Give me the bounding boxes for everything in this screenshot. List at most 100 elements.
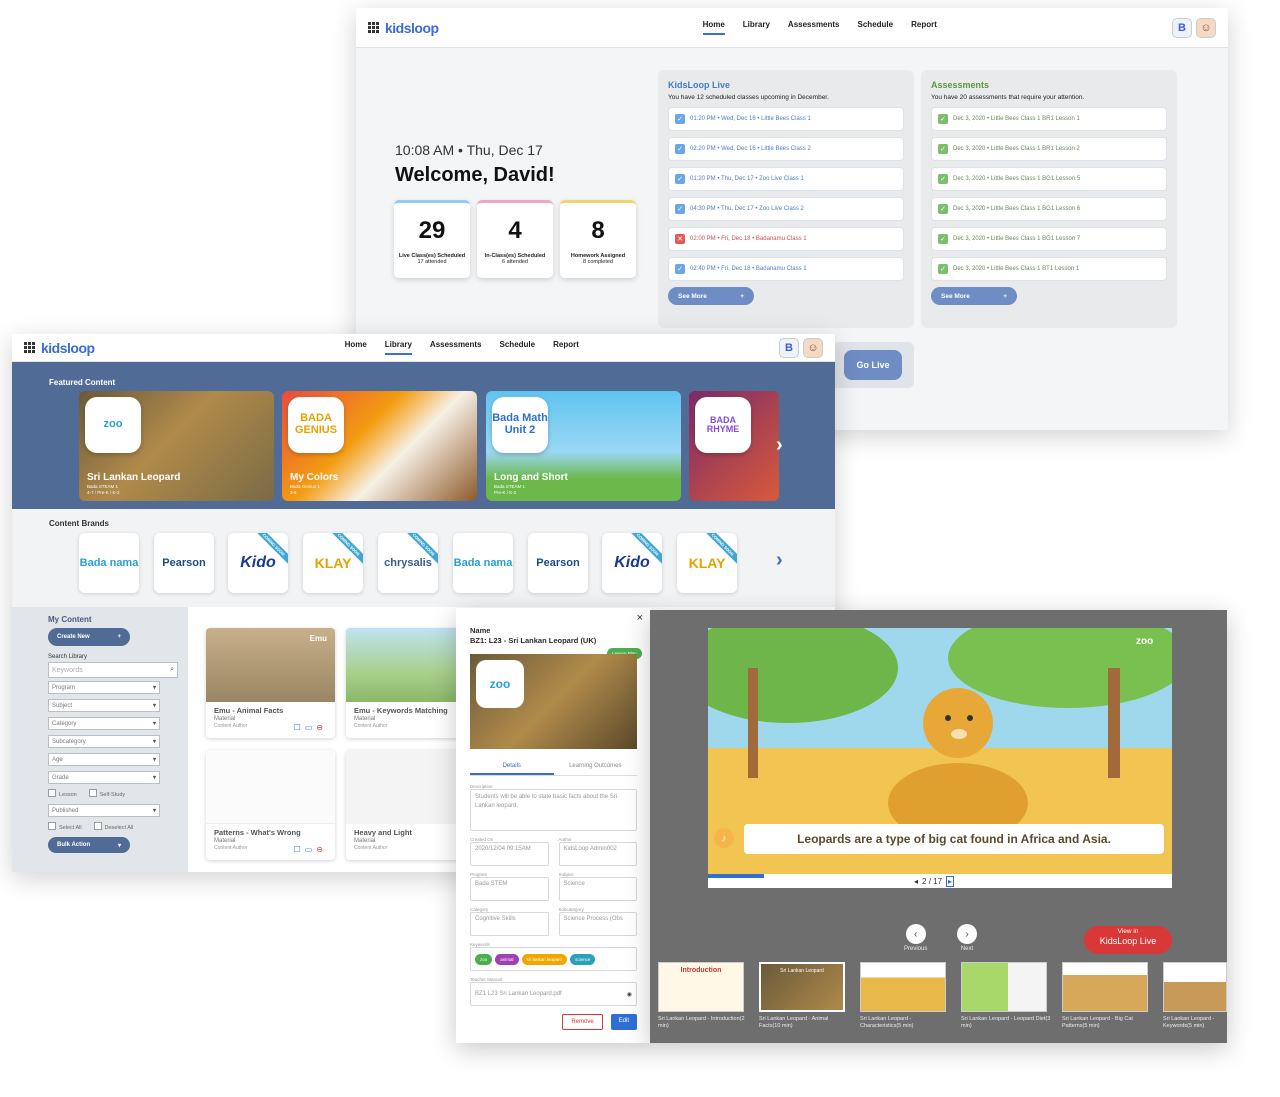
brand-card[interactable]: Pearson xyxy=(528,533,588,593)
user-avatar[interactable]: ☺ xyxy=(1196,17,1216,38)
age-select[interactable]: Age ▾ xyxy=(48,753,160,766)
search-icon[interactable]: ⌕ xyxy=(170,666,174,674)
select-all-checkbox[interactable]: Select All xyxy=(48,822,82,831)
nav-schedule[interactable]: Schedule xyxy=(500,340,536,355)
category-select[interactable]: Category ▾ xyxy=(48,717,160,730)
folder-icon[interactable]: ▭ xyxy=(305,845,317,854)
keyword-chip[interactable]: sri lankan leopard xyxy=(521,953,568,965)
live-class-row[interactable]: ✓ 02:20 PM • Wed, Dec 16 • Little Bees Cl… xyxy=(668,137,904,161)
nav-report[interactable]: Report xyxy=(911,20,937,35)
nav-assessments[interactable]: Assessments xyxy=(430,340,482,355)
assessment-row[interactable]: ✓ Dec 3, 2020 • Little Bees Class 1 BG1 L… xyxy=(931,197,1167,221)
apps-grid-icon[interactable] xyxy=(24,342,35,353)
keyword-chip[interactable]: zoo xyxy=(475,953,493,965)
self-study-checkbox[interactable]: Self-Study xyxy=(89,789,125,798)
brand-card[interactable]: KLAY COMING SOON xyxy=(303,533,363,593)
edit-button[interactable]: Edit xyxy=(610,1014,637,1031)
brand-card[interactable]: Kido COMING SOON xyxy=(602,533,662,593)
brand-card[interactable]: Bada nama xyxy=(453,533,513,593)
apps-grid-icon[interactable] xyxy=(368,22,379,33)
slide-thumbnail[interactable] xyxy=(1062,962,1148,1012)
assessments-see-more-button[interactable]: See More + xyxy=(931,287,1017,305)
nav-schedule[interactable]: Schedule xyxy=(858,20,894,35)
tab-learning-outcomes[interactable]: Learning Outcomes xyxy=(554,763,638,775)
create-new-button[interactable]: Create New + xyxy=(48,628,130,646)
go-live-button[interactable]: Go Live xyxy=(844,350,902,380)
org-avatar[interactable]: B xyxy=(779,337,799,358)
featured-card[interactable]: zoo Sri Lankan Leopard Bada STEAM 1 4-7 /… xyxy=(79,391,274,501)
live-class-row[interactable]: ✓ 01:20 PM • Wed, Dec 16 • Little Bees Cl… xyxy=(668,107,904,131)
featured-card[interactable]: BADA RHYME xyxy=(689,391,779,501)
featured-card[interactable]: BADA GENIUS My Colors Bada Genius 1 3-6 xyxy=(282,391,477,501)
live-class-row[interactable]: ✓ 01:20 PM • Thu, Dec 17 • Zoo Live Class… xyxy=(668,167,904,191)
deselect-all-checkbox[interactable]: Deselect All xyxy=(94,822,134,831)
slide-thumbnail-active[interactable]: Sri Lankan Leopard xyxy=(759,962,845,1012)
prev-page-icon[interactable]: ◂ xyxy=(914,877,918,886)
content-card[interactable]: Emu - Animal Facts Material Content Auth… xyxy=(206,628,335,738)
live-class-row[interactable]: ✓ 04:30 PM • Thu, Dec 17 • Zoo Live Class… xyxy=(668,197,904,221)
checkbox-icon[interactable]: ☐ xyxy=(294,723,305,732)
author-field[interactable]: KidsLoop Admin002 xyxy=(558,842,637,867)
slide-thumbnail[interactable] xyxy=(1163,962,1227,1012)
previous-control[interactable]: ‹ Previous xyxy=(904,924,927,952)
close-icon[interactable]: × xyxy=(637,612,643,624)
slide-thumbnail[interactable]: Introduction xyxy=(658,962,744,1012)
search-input[interactable]: Keywords ⌕ xyxy=(48,662,178,678)
brands-next-arrow-icon[interactable]: › xyxy=(776,549,783,572)
nav-report[interactable]: Report xyxy=(553,340,579,355)
subcategory-select[interactable]: Subcategory ▾ xyxy=(48,735,160,748)
bulk-action-button[interactable]: Bulk Action ▾ xyxy=(48,837,130,853)
nav-assessments[interactable]: Assessments xyxy=(788,20,840,35)
manual-field[interactable]: BZ1 L23 Sri Lankan Leopard.pdf ◉ xyxy=(470,982,637,1007)
user-avatar[interactable]: ☺ xyxy=(803,337,823,358)
subject-select[interactable]: Subject ▾ xyxy=(48,699,160,712)
program-select[interactable]: Program ▾ xyxy=(48,681,160,694)
assessment-row[interactable]: ✓ Dec 3, 2020 • Little Bees Class 1 BG1 L… xyxy=(931,227,1167,251)
brand-card[interactable]: Kido COMING SOON xyxy=(228,533,288,593)
subject-field[interactable]: Science xyxy=(558,877,637,902)
next-arrow-icon[interactable]: › xyxy=(957,924,977,944)
published-select[interactable]: Published ▾ xyxy=(48,804,160,817)
delete-icon[interactable]: ⊖ xyxy=(316,845,327,854)
assessment-row[interactable]: ✓ Dec 3, 2020 • Little Bees Class 1 BR1 L… xyxy=(931,107,1167,131)
tab-details[interactable]: Details xyxy=(470,763,554,776)
org-avatar[interactable]: B xyxy=(1172,17,1192,38)
created-field[interactable]: 2020/12/04 09:15AM xyxy=(470,842,549,867)
featured-card[interactable]: Bada Math Unit 2 Long and Short Bada STE… xyxy=(486,391,681,501)
folder-icon[interactable]: ▭ xyxy=(305,723,317,732)
nav-library[interactable]: Library xyxy=(384,340,412,355)
brand-card[interactable]: KLAY COMING SOON xyxy=(677,533,737,593)
brand-card[interactable]: chrysalis COMING SOON xyxy=(378,533,438,593)
featured-next-arrow-icon[interactable]: › xyxy=(776,434,783,457)
grade-select[interactable]: Grade ▾ xyxy=(48,771,160,784)
delete-icon[interactable]: ⊖ xyxy=(316,723,327,732)
next-page-icon[interactable]: ▸ xyxy=(946,876,955,887)
logo[interactable]: kidsloop xyxy=(24,340,95,356)
keyword-chip[interactable]: science xyxy=(570,953,596,965)
speaker-icon[interactable]: ♪ xyxy=(714,828,734,848)
remove-button[interactable]: Remove xyxy=(562,1014,603,1031)
assessment-row[interactable]: ✓ Dec 3, 2020 • Little Bees Class 1 BT1 L… xyxy=(931,257,1167,281)
live-see-more-button[interactable]: See More + xyxy=(668,287,754,305)
keywords-field[interactable]: zoo animal sri lankan leopard science xyxy=(470,947,637,972)
assessment-row[interactable]: ✓ Dec 3, 2020 • Little Bees Class 1 BR1 L… xyxy=(931,137,1167,161)
checkbox-icon[interactable]: ☐ xyxy=(294,845,305,854)
logo[interactable]: kidsloop xyxy=(368,20,439,36)
brand-card[interactable]: Pearson xyxy=(154,533,214,593)
subcategory-field[interactable]: Science Process (Obs xyxy=(558,912,637,937)
next-control[interactable]: › Next xyxy=(957,924,977,952)
nav-home[interactable]: Home xyxy=(702,20,725,35)
nav-home[interactable]: Home xyxy=(345,340,367,355)
lesson-checkbox[interactable]: Lesson xyxy=(48,789,77,798)
category-field[interactable]: Cognitive Skills xyxy=(470,912,549,937)
slide-thumbnail[interactable] xyxy=(860,962,946,1012)
live-class-row[interactable]: ✓ 02:40 PM • Fri, Dec 18 • Badanamu Class… xyxy=(668,257,904,281)
brand-card[interactable]: Bada nama xyxy=(79,533,139,593)
live-class-row[interactable]: ✕ 02:00 PM • Fri, Dec 18 • Badanamu Class… xyxy=(668,227,904,251)
view-in-live-button[interactable]: View in KidsLoop Live xyxy=(1084,926,1172,954)
keyword-chip[interactable]: animal xyxy=(495,953,519,965)
nav-library[interactable]: Library xyxy=(743,20,770,35)
program-field[interactable]: Bada STEM xyxy=(470,877,549,902)
description-field[interactable]: Students will be able to state basic fac… xyxy=(470,789,637,832)
previous-arrow-icon[interactable]: ‹ xyxy=(905,924,926,944)
